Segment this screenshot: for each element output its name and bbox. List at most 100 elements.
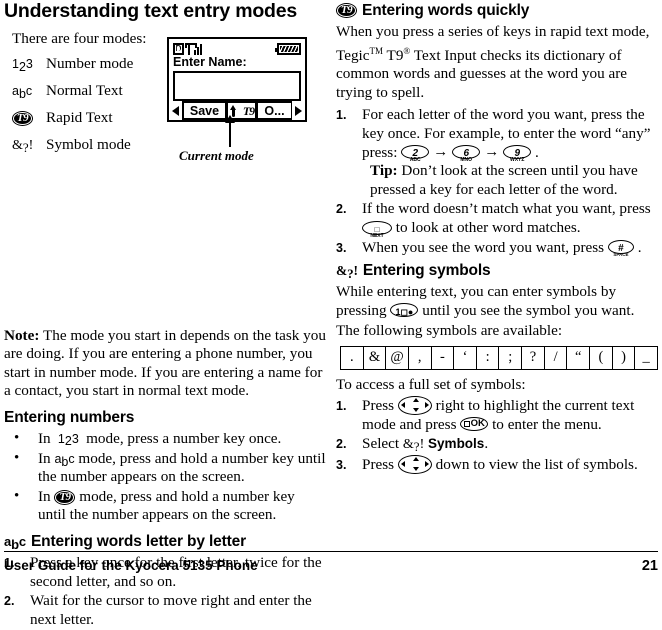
rapid-text-t9-icon-inline: T9: [54, 489, 76, 505]
bullet-text-post: mode, press a number key once.: [82, 429, 282, 447]
normal-text-icon: abc: [12, 84, 33, 102]
phone-text-input[interactable]: [173, 71, 301, 101]
rapid-text-t9-icon: T9: [12, 110, 46, 126]
symbol-cell: “: [566, 345, 591, 370]
entering-words-quickly-heading-text: Entering words quickly: [362, 2, 530, 19]
page-footer: User Guide for the Kyocera 5135 Phone 21: [4, 558, 658, 574]
symbols-available-label: The following symbols are available:: [336, 322, 563, 340]
tip-line: Tip: Don’t look at the screen until you …: [362, 162, 658, 199]
keypad-key-2-icon: 2 ABC: [401, 145, 430, 163]
footer-title: User Guide for the Kyocera 5135 Phone: [4, 558, 258, 573]
figure-callout: Current mode: [167, 115, 309, 164]
list-item: • In 123 mode, press a number key once.: [4, 430, 326, 449]
symbol-cell: ;: [498, 345, 523, 370]
symbol-cell: ): [611, 345, 636, 370]
symbol-cell: -: [430, 345, 455, 370]
callout-label: Current mode: [179, 148, 254, 163]
trademark-symbol: TM: [369, 45, 384, 56]
symbol-cell: /: [543, 345, 568, 370]
step-number: 1.: [336, 398, 347, 413]
normal-text-icon-inline: abc: [54, 451, 75, 469]
fs3-a: Press: [362, 455, 398, 473]
symbol-cell: (: [589, 345, 613, 370]
step3-text-a: When you see the word you want, press: [362, 238, 608, 256]
quickly-steps: 1. For each letter of the word you want,…: [336, 106, 658, 257]
phone-softkey-bar: Save T9 O...: [169, 101, 305, 120]
step-text: Wait for the cursor to move right and en…: [30, 592, 312, 628]
phone-screen: D Enter Name: Save T9 O...: [167, 37, 307, 122]
list-item: • In T9 mode, press and hold a number key…: [4, 488, 326, 525]
keypad-key-9-icon: 9 WXYZ: [503, 145, 532, 163]
symbols-table: . & @ , - ‘ : ; ? / “ ( ) _: [340, 345, 658, 370]
step-number: 3.: [336, 240, 347, 255]
mode-label-number: Number mode: [46, 55, 134, 73]
mode-label-rapid: Rapid Text: [46, 109, 113, 127]
note-text: The mode you start in depends on the tas…: [4, 326, 326, 400]
fs2-a: Select: [362, 435, 403, 453]
step-number: 3.: [336, 457, 347, 472]
bullet-icon: •: [14, 449, 20, 466]
callout-arrow-icon: [225, 115, 235, 147]
step-number: 2.: [4, 594, 15, 609]
list-item: 1. For each letter of the word you want,…: [336, 106, 658, 199]
entering-words-quickly-heading: T9 Entering words quickly: [336, 1, 658, 20]
page-title: Understanding text entry modes: [4, 0, 298, 22]
step1-end: .: [531, 143, 539, 161]
list-item: 3. Press down to view the list of symbol…: [336, 454, 658, 475]
number-mode-icon-inline: 123: [54, 431, 83, 449]
arrow-icon: →: [484, 143, 500, 160]
fs1-c: to enter the menu.: [488, 415, 602, 433]
step2-text-a: If the word doesn’t match what you want,…: [362, 200, 651, 218]
status-left-group: D: [173, 42, 202, 55]
phone-screen-figure: D Enter Name: Save T9 O... Current mode: [167, 37, 309, 164]
symbol-cell: :: [475, 345, 500, 370]
keypad-key-1-icon: 1◻●: [390, 303, 419, 318]
table-row: . & @ , - ‘ : ; ? / “ ( ) _: [340, 345, 658, 370]
symbols-intro-paragraph: While entering text, you can enter symbo…: [336, 283, 658, 320]
quickly-intro-b: T9: [383, 46, 404, 64]
note-label: Note:: [4, 326, 40, 344]
fs2-c: .: [484, 435, 489, 453]
footer-divider: [4, 550, 658, 552]
list-item: 2. Select &?! Symbols.: [336, 435, 658, 455]
bullet-text-pre: In: [38, 429, 55, 447]
bullet-text-pre: In: [38, 487, 55, 505]
normal-text-icon-heading: abc: [4, 533, 26, 552]
list-item: 3. When you see the word you want, press…: [336, 239, 658, 258]
symbol-mode-icon-inline: &?!: [402, 437, 425, 455]
softkey-options[interactable]: O...: [256, 101, 292, 120]
arrow-icon: →: [433, 143, 449, 160]
quickly-intro-paragraph: When you press a series of keys in rapid…: [336, 23, 658, 102]
fs2-bold: Symbols: [428, 436, 485, 452]
right-column: T9 Entering words quickly When you press…: [336, 0, 658, 476]
number-mode-icon: 123: [12, 57, 33, 74]
step-text: Select &?! Symbols.: [362, 435, 489, 455]
softkey-save[interactable]: Save: [182, 101, 226, 120]
manual-page: Understanding text entry modes There are…: [0, 0, 662, 628]
step-number: 2.: [336, 437, 347, 452]
symbols-intro-b: until you see the symbol you want.: [418, 301, 635, 319]
keypad-key-6-icon: 6 MNO: [452, 145, 481, 163]
entering-numbers-heading: Entering numbers: [4, 408, 135, 426]
step-text: Press right to highlight the current tex…: [362, 395, 634, 433]
left-column: Understanding text entry modes There are…: [4, 0, 326, 630]
step-text: Press down to view the list of symbols.: [362, 454, 638, 474]
ok-key-icon: OK: [460, 417, 489, 432]
list-item: 2. If the word doesn’t match what you wa…: [336, 200, 658, 238]
softkey-left-arrow-icon[interactable]: [169, 101, 182, 120]
tip-label: Tip:: [370, 162, 398, 180]
fs3-b: down to view the list of symbols.: [431, 455, 638, 473]
step3-text-b: .: [633, 238, 642, 256]
digital-mode-icon: D: [173, 43, 184, 55]
bullet-icon: •: [14, 487, 20, 504]
page-number: 21: [641, 558, 658, 574]
list-item: • In abc mode, press and hold a number ke…: [4, 450, 326, 487]
rapid-text-t9-icon-heading: T9: [336, 3, 357, 18]
entering-symbols-heading: &?! Entering symbols: [336, 261, 658, 281]
symbol-cell: @: [385, 345, 409, 370]
navigation-key-icon: [397, 395, 432, 415]
softkey-right-arrow-icon[interactable]: [292, 101, 305, 120]
symbol-cell: &: [362, 345, 387, 370]
phone-status-bar: D: [169, 39, 305, 56]
mode-label-normal: Normal Text: [46, 82, 123, 100]
